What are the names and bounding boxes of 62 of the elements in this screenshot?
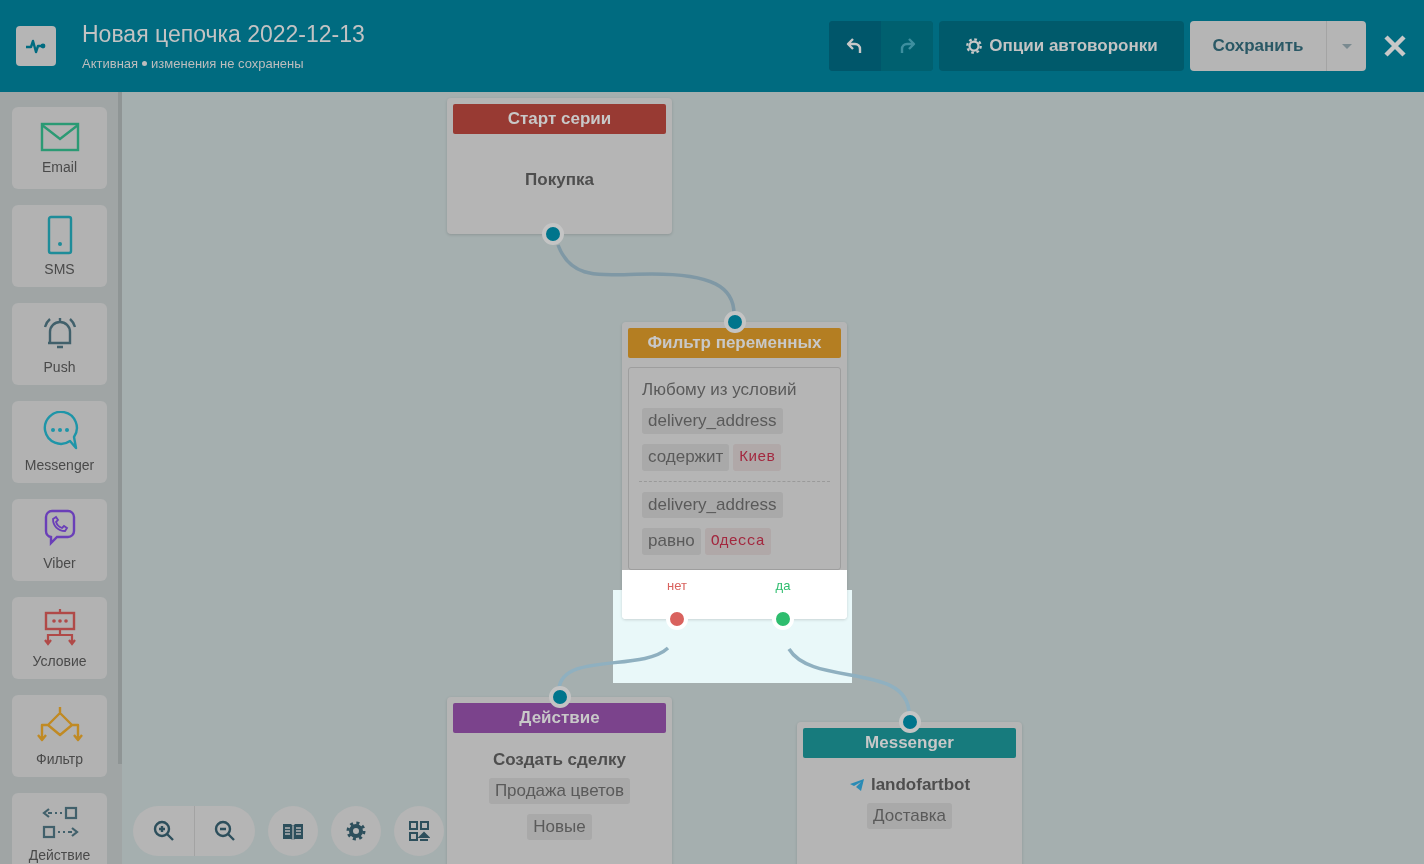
flow-node-card[interactable]: Старт серии Покупка: [447, 98, 672, 234]
node-action-text: landofartbot: [870, 775, 971, 795]
output-port[interactable]: [542, 223, 564, 245]
flow-node-card[interactable]: Фильтр переменных Любому из условий delivery_address содержит Киев delivery_address равно Одесса нет да: [622, 322, 847, 619]
settings-button[interactable]: [331, 806, 381, 856]
zoom-in-icon: [152, 820, 175, 842]
status-text: Активная: [82, 56, 139, 71]
trigger-text: Покупка: [525, 170, 594, 190]
node-tag: Доставка: [867, 803, 952, 829]
settings-icon: [345, 820, 367, 842]
guide-book-button[interactable]: [268, 806, 318, 856]
chain-title: Новая цепочка 2022-12-13: [82, 21, 365, 48]
input-port[interactable]: [898, 711, 921, 733]
book-icon: [281, 821, 305, 841]
node-action-text: Создать сделку: [492, 750, 627, 770]
zoom-out-icon: [214, 820, 236, 842]
block-palette-item[interactable]: Messenger: [12, 401, 107, 483]
variable-tag: delivery_address: [642, 408, 783, 434]
gear-icon: [965, 37, 984, 55]
branch-label: нет: [667, 578, 687, 593]
pulse-logo-icon: [16, 26, 56, 66]
envelope-icon: [39, 121, 80, 153]
operator-tag: содержит: [642, 444, 730, 471]
block-label: Email: [42, 159, 77, 175]
block-label: Viber: [43, 555, 76, 571]
block-label: Messenger: [24, 457, 95, 473]
operator-tag: равно: [642, 528, 701, 555]
node-header: Messenger: [803, 728, 1016, 758]
separator-dot-icon: [142, 61, 148, 66]
value-tag: Киев: [733, 444, 782, 471]
unsaved-text: изменения не сохранены: [151, 56, 304, 71]
block-label: SMS: [44, 261, 75, 277]
block-label: Условие: [32, 653, 87, 669]
block-palette-item[interactable]: Действие: [12, 793, 107, 864]
flow-node-card[interactable]: Действие Создать сделку Продажа цветов Новые: [447, 697, 672, 864]
node-header: Действие: [453, 703, 666, 733]
flow-node-card[interactable]: Messenger landofartbot Доставка: [797, 722, 1022, 864]
block-palette-item[interactable]: Фильтр: [12, 695, 107, 777]
funnel-options-button[interactable]: Опции автоворонки: [939, 21, 1184, 71]
input-port[interactable]: [548, 686, 571, 708]
block-label: Действие: [28, 847, 91, 863]
match-mode-text: Любому из условий: [641, 380, 798, 400]
variable-tag: delivery_address: [642, 492, 783, 518]
close-icon[interactable]: [1382, 33, 1408, 59]
node-header: Старт серии: [453, 104, 666, 134]
value-tag: Одесса: [704, 528, 771, 555]
undo-button[interactable]: [829, 21, 881, 71]
node-header: Фильтр переменных: [628, 328, 841, 358]
input-port[interactable]: [723, 311, 746, 333]
block-label: Фильтр: [36, 751, 83, 767]
block-palette-item[interactable]: Push: [12, 303, 107, 385]
block-palette-item[interactable]: SMS: [12, 205, 107, 287]
branch-label: да: [775, 578, 791, 593]
block-label: Push: [43, 359, 76, 375]
block-palette-item[interactable]: Viber: [12, 499, 107, 581]
send-plane-icon: [848, 778, 865, 792]
layout-button[interactable]: [394, 806, 444, 856]
node-tag: Новые: [527, 814, 592, 840]
node-tag: Продажа цветов: [488, 778, 631, 804]
block-palette-item[interactable]: Email: [12, 107, 107, 189]
grid-layout-icon: [408, 820, 430, 842]
block-palette-item[interactable]: Условие: [12, 597, 107, 679]
